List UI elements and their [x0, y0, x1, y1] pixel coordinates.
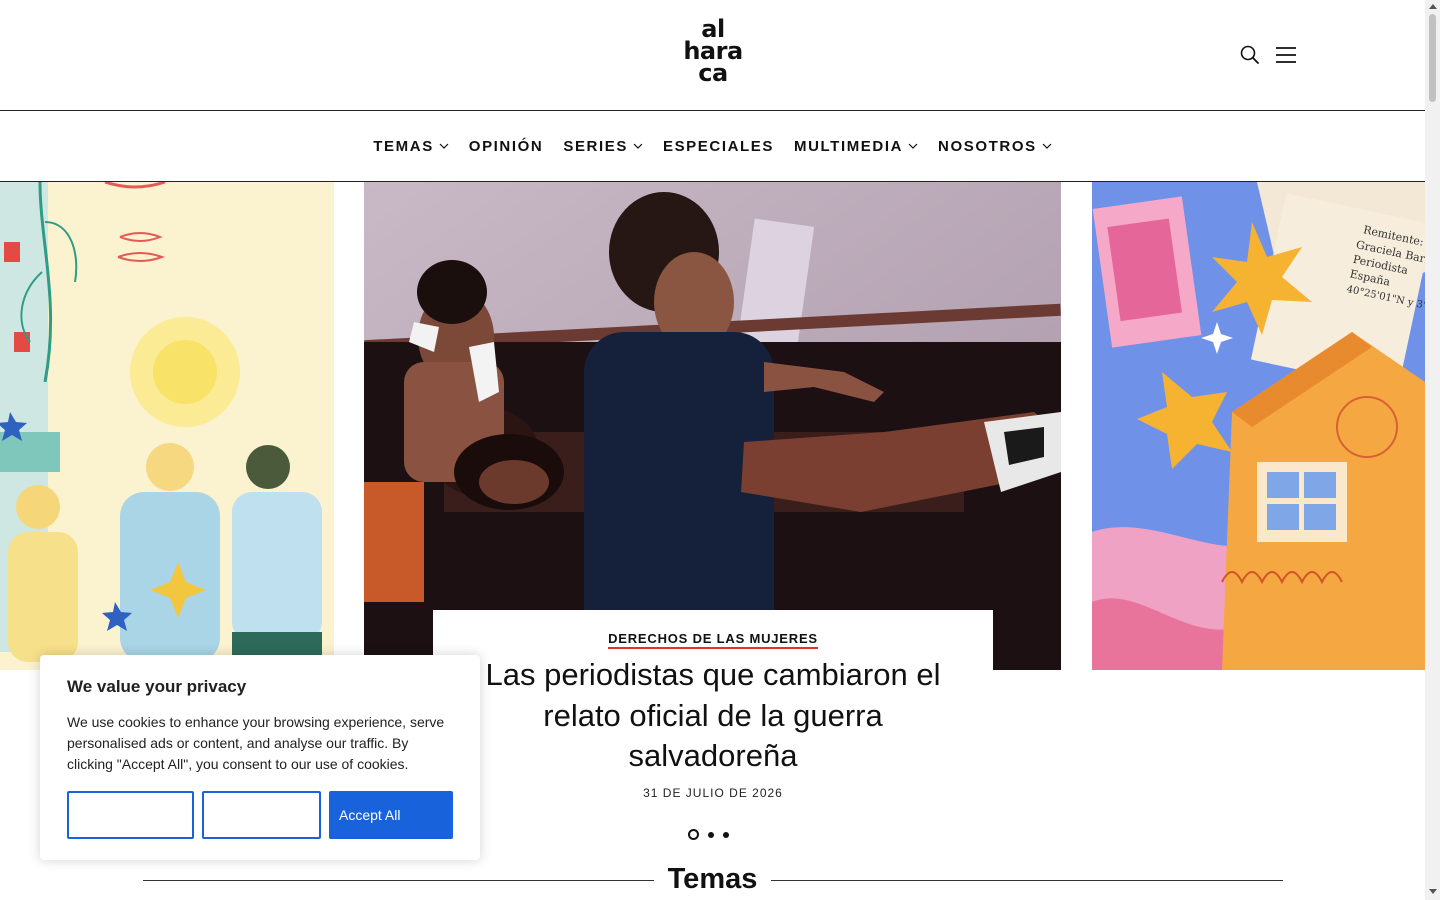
scroll-up-arrow-icon[interactable] [1429, 4, 1437, 9]
slider-dot-2[interactable] [708, 831, 714, 838]
header-actions [1238, 42, 1298, 68]
nav-item-temas[interactable]: TEMAS [373, 138, 449, 155]
featured-category: DERECHOS DE LAS MUJERES [433, 630, 993, 649]
page-scrollbar[interactable] [1425, 0, 1440, 900]
cookie-consent-banner: We value your privacy We use cookies to … [40, 655, 480, 860]
nav-item-opinion[interactable]: OPINIÓN [469, 138, 544, 155]
logo-line-3: ca [698, 59, 728, 87]
cookie-title: We value your privacy [67, 677, 247, 696]
nav-label: MULTIMEDIA [794, 137, 904, 155]
slider-dot-3[interactable] [723, 831, 729, 838]
accept-all-button[interactable]: Accept All [329, 791, 453, 839]
customize-button[interactable] [67, 791, 194, 839]
site-logo[interactable]: al hara ca [672, 17, 754, 92]
site-header: al hara ca [0, 0, 1425, 111]
nav-label: ESPECIALES [662, 137, 774, 155]
nav-item-especiales[interactable]: ESPECIALES [663, 138, 774, 155]
nav-item-multimedia[interactable]: MULTIMEDIA [794, 138, 918, 155]
reject-all-button[interactable] [202, 791, 321, 839]
slider-pagination [688, 829, 729, 840]
slide-image-right[interactable]: Remitente: Graciela Barrera Periodista E… [1092, 182, 1425, 670]
section-divider-right [771, 880, 1283, 881]
category-link[interactable]: DERECHOS DE LAS MUJERES [608, 631, 818, 649]
section-title: Temas [654, 863, 771, 896]
chevron-down-icon [908, 143, 918, 149]
chevron-down-icon [1042, 143, 1052, 149]
nav-item-nosotros[interactable]: NOSOTROS [938, 138, 1052, 155]
nav-label: SERIES [563, 137, 628, 155]
nav-label: TEMAS [373, 137, 434, 155]
scroll-down-arrow-icon[interactable] [1429, 889, 1437, 894]
nav-label: OPINIÓN [468, 137, 544, 155]
hamburger-icon[interactable] [1274, 43, 1298, 67]
search-icon[interactable] [1238, 43, 1262, 67]
cookie-text: We use cookies to enhance your browsing … [67, 714, 445, 772]
nav-item-series[interactable]: SERIES [563, 138, 643, 155]
slider-dot-1[interactable] [688, 829, 699, 840]
chevron-down-icon [439, 143, 449, 149]
scrollbar-thumb[interactable] [1429, 14, 1436, 102]
slide-image-left[interactable] [0, 182, 334, 670]
slide-image-featured[interactable] [364, 182, 1061, 670]
featured-date: 31 DE JULIO DE 2026 [643, 786, 783, 800]
nav-label: NOSOTROS [938, 137, 1037, 155]
featured-headline[interactable]: Las periodistas que cambiaron el relato … [462, 655, 964, 777]
chevron-down-icon [633, 143, 643, 149]
section-divider-left [143, 880, 654, 881]
main-nav: TEMAS OPINIÓN SERIES ESPECIALES MULTIMED… [0, 111, 1425, 182]
